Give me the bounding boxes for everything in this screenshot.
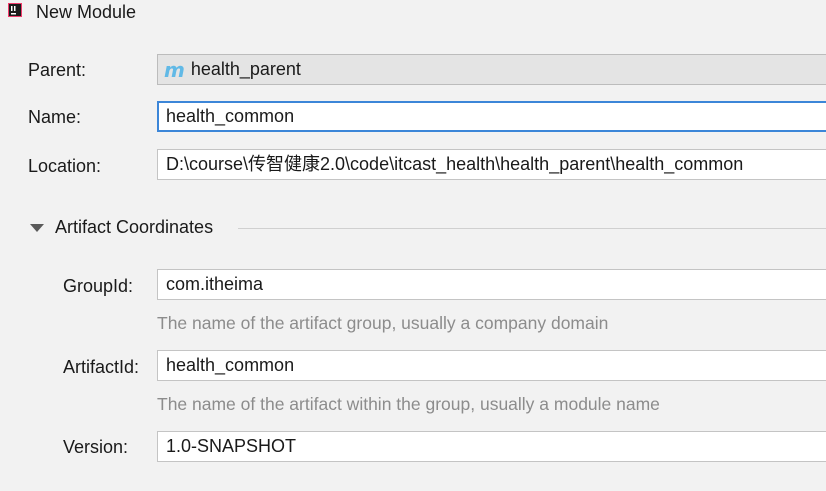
groupid-input[interactable]: com.itheima [157,269,826,300]
parent-field[interactable]: m health_parent [157,54,826,85]
maven-module-icon: m [164,57,185,82]
intellij-idea-icon [8,3,22,17]
parent-label: Parent: [28,60,87,80]
section-divider [238,228,826,229]
name-input[interactable]: health_common [157,101,826,132]
artifactid-hint: The name of the artifact within the grou… [157,394,660,414]
groupid-label: GroupId: [63,276,134,296]
expand-triangle-icon [30,223,44,232]
groupid-hint: The name of the artifact group, usually … [157,313,609,333]
location-label: Location: [28,156,102,176]
artifactid-input[interactable]: health_common [157,350,826,381]
artifact-coordinates-title: Artifact Coordinates [55,217,214,237]
artifactid-label: ArtifactId: [63,357,140,377]
window-title: New Module [36,2,137,22]
artifact-coordinates-toggle[interactable]: Artifact Coordinates [30,216,213,238]
name-label: Name: [28,107,82,127]
version-label: Version: [63,437,129,457]
parent-value: health_parent [190,59,301,79]
version-input[interactable]: 1.0-SNAPSHOT [157,431,826,462]
location-input[interactable]: D:\course\传智健康2.0\code\itcast_health\hea… [157,149,826,180]
